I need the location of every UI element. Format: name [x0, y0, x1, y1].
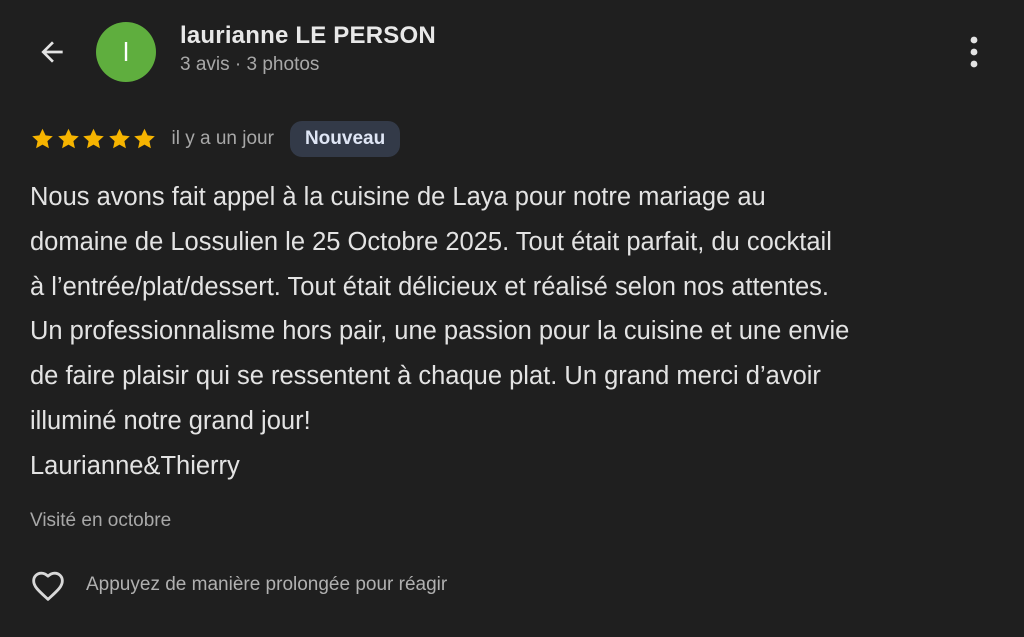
new-badge: Nouveau: [289, 121, 401, 157]
more-vert-icon: [970, 36, 978, 68]
reviewer-name[interactable]: laurianne LE PERSON: [180, 22, 436, 50]
react-button[interactable]: Appuyez de manière prolongée pour réagir: [28, 563, 447, 607]
heart-outline-icon: [28, 565, 68, 605]
react-label: Appuyez de manière prolongée pour réagir: [86, 574, 448, 595]
review-header: l laurianne LE PERSON 3 avis · 3 photos: [0, 0, 1024, 104]
avatar[interactable]: l: [96, 22, 156, 82]
star-icon: [32, 128, 53, 149]
visited-date: Visité en octobre: [30, 510, 172, 531]
back-button[interactable]: [28, 28, 76, 76]
star-rating: [30, 127, 158, 151]
arrow-back-icon: [41, 41, 63, 63]
review-text: Nous avons fait appel à la cuisine de La…: [30, 183, 850, 480]
star-icon: [108, 128, 130, 149]
star-icon: [83, 128, 104, 149]
review-time: il y a un jour: [171, 128, 274, 149]
rating-row: il y a un jour Nouveau: [30, 120, 401, 158]
star-icon: [134, 128, 155, 149]
more-options-button[interactable]: [950, 28, 998, 76]
star-icon: [57, 128, 79, 149]
review-detail-screen: l laurianne LE PERSON 3 avis · 3 photos …: [0, 0, 1024, 637]
reviewer-meta: 3 avis · 3 photos: [180, 54, 320, 75]
